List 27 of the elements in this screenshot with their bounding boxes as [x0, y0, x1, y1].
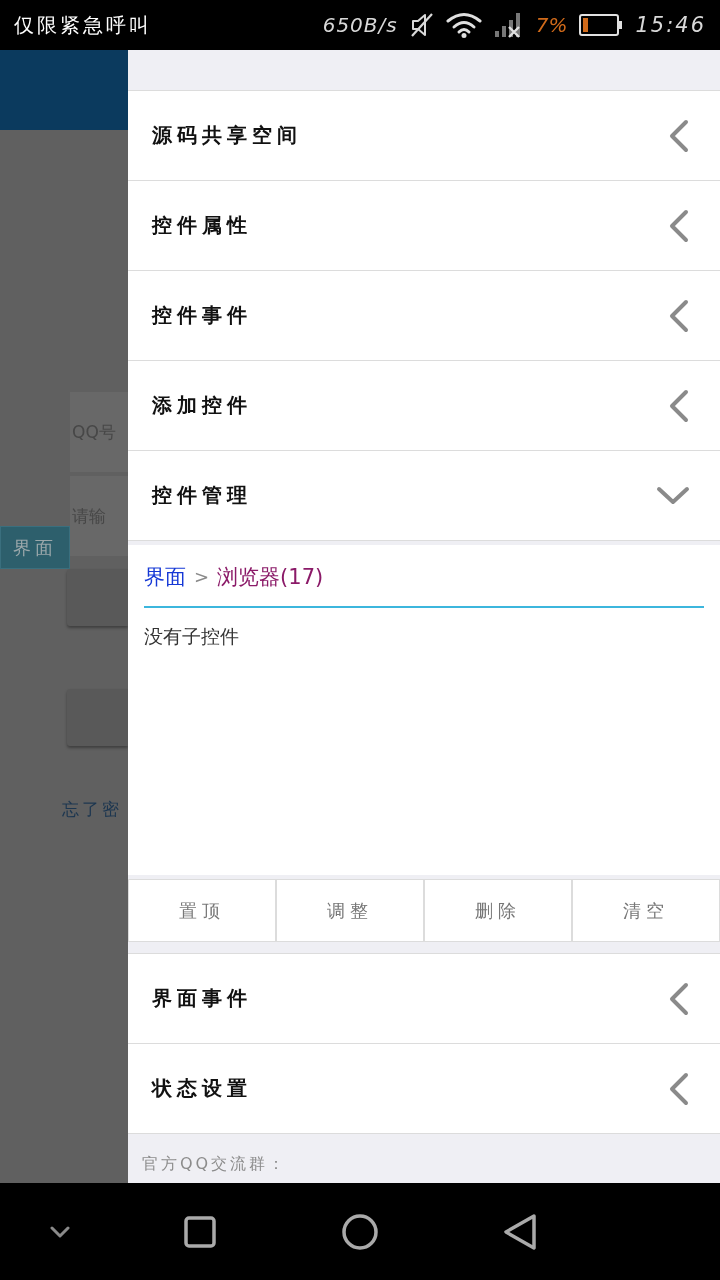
wifi-icon	[445, 12, 482, 38]
breadcrumb-current: 浏览器(17)	[217, 563, 324, 591]
network-speed: 650B/s	[322, 13, 398, 37]
mute-icon	[409, 12, 434, 38]
section-row[interactable]: 界面事件	[128, 953, 720, 1043]
section-row[interactable]: 源码共享空间	[128, 90, 720, 180]
section-row[interactable]: 控件属性	[128, 180, 720, 270]
empty-message: 没有子控件	[144, 624, 239, 649]
breadcrumb-link[interactable]: 界面	[144, 562, 186, 591]
section-row[interactable]: 状态设置	[128, 1043, 720, 1133]
battery-percent: 7%	[535, 13, 568, 37]
battery-icon	[579, 14, 624, 36]
action-button[interactable]: 删除	[424, 879, 572, 942]
section-row[interactable]: 控件事件	[128, 270, 720, 360]
breadcrumb-separator: >	[194, 566, 210, 587]
chevron-down-icon[interactable]	[50, 1225, 70, 1238]
action-button[interactable]: 清空	[572, 879, 720, 942]
section-row[interactable]: 添加控件	[128, 360, 720, 450]
back-icon[interactable]	[503, 1212, 537, 1251]
footer-text: 官方QQ交流群：	[142, 1154, 288, 1173]
recent-apps-icon[interactable]	[184, 1215, 216, 1248]
action-button[interactable]: 调整	[276, 879, 424, 942]
status-notice: 仅限紧急呼叫	[14, 11, 152, 39]
home-icon[interactable]	[342, 1213, 378, 1250]
action-button[interactable]: 置顶	[128, 879, 276, 942]
clock: 15:46	[635, 13, 706, 37]
section-row[interactable]: 控件管理	[128, 450, 720, 540]
